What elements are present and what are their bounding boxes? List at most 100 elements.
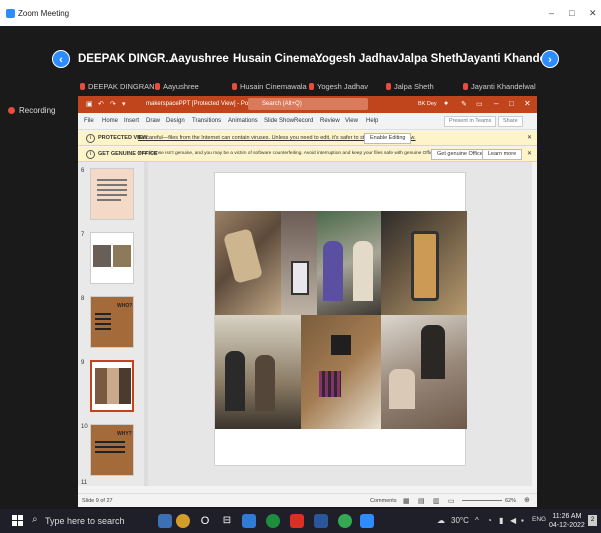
maximize-button[interactable]: □: [569, 8, 574, 18]
desktop: Zoom Meeting – □ ✕ ‹ DEEPAK DINGR... Aay…: [0, 0, 601, 533]
thumbnail-number: 9: [81, 360, 85, 366]
participant-label: Yogesh Jadhav: [309, 82, 368, 91]
volume-icon[interactable]: ◀: [510, 516, 516, 525]
notifications-badge[interactable]: 2: [588, 515, 597, 526]
cortana-icon[interactable]: O: [198, 514, 212, 528]
thumbnail-number: 11: [81, 480, 88, 486]
close-button[interactable]: ✕: [589, 8, 597, 19]
fit-to-window-icon[interactable]: ⊕: [524, 496, 530, 504]
slide-sorter-icon[interactable]: ▤: [418, 497, 425, 505]
redo-icon[interactable]: ↷: [110, 100, 116, 108]
share-button[interactable]: Share: [498, 116, 523, 127]
taskbar-app-icon[interactable]: [158, 514, 172, 528]
photo-makerspace-3: [317, 211, 381, 315]
zoom-app-icon[interactable]: [360, 514, 374, 528]
chrome-icon[interactable]: [266, 514, 280, 528]
slide-thumbnail[interactable]: WHY?: [90, 424, 134, 476]
ppt-titlebar: ▣ ↶ ↷ ▾ makerspacePPT [Protected View] -…: [78, 96, 537, 113]
task-view-icon[interactable]: ⊟: [220, 514, 234, 528]
search-icon[interactable]: ⌕: [32, 514, 38, 525]
save-icon[interactable]: ▣: [86, 100, 93, 108]
pen-icon[interactable]: ✎: [461, 100, 467, 108]
get-genuine-office-button[interactable]: Get genuine Office: [431, 149, 489, 160]
participant-name: Yogesh Jadhav: [315, 53, 399, 65]
user-avatar-icon[interactable]: ●: [444, 100, 448, 107]
participant-name: DEEPAK DINGR...: [78, 53, 175, 65]
undo-icon[interactable]: ↶: [98, 100, 104, 108]
ppt-minimize-button[interactable]: –: [494, 99, 498, 108]
info-icon: i: [86, 134, 95, 143]
network-icon[interactable]: ◔: [487, 516, 492, 525]
zoom-titlebar: Zoom Meeting – □ ✕: [0, 0, 601, 26]
slide-thumbnail[interactable]: [90, 232, 134, 284]
participant-label: DEEPAK DINGRANI: [80, 82, 157, 91]
zoom-level[interactable]: 62%: [505, 498, 516, 504]
muted-mic-icon: [463, 83, 468, 90]
tab-file[interactable]: File: [84, 118, 94, 124]
photo-makerspace-5: [215, 315, 301, 429]
ppt-user-name[interactable]: BK Dey: [418, 101, 437, 107]
close-genuine-bar-icon[interactable]: ✕: [527, 150, 532, 157]
battery-icon[interactable]: ▮: [499, 516, 503, 525]
weather-icon[interactable]: ☁: [437, 516, 445, 525]
present-in-teams-button[interactable]: Present in Teams: [444, 116, 497, 127]
recording-indicator: Recording: [8, 106, 55, 115]
next-participants-button[interactable]: ›: [541, 50, 559, 68]
tab-view[interactable]: View: [345, 118, 358, 124]
tab-insert[interactable]: Insert: [124, 118, 139, 124]
reading-view-icon[interactable]: ▥: [433, 497, 440, 505]
weather-temp[interactable]: 30°C: [451, 516, 469, 525]
clock-time: 11:26 AM: [552, 513, 582, 520]
word-icon[interactable]: [314, 514, 328, 528]
ppt-maximize-button[interactable]: □: [509, 99, 514, 108]
participant-label: Husain Cinemawala: [232, 82, 307, 91]
muted-mic-icon: [80, 83, 85, 90]
photo-makerspace-1: [215, 211, 281, 315]
ppt-status-bar: Slide 9 of 27 Comments ▦ ▤ ▥ ▭ 62% ⊕: [78, 493, 537, 507]
participant-label: Aayushree: [155, 82, 199, 91]
participant-name: Aayushree: [170, 53, 229, 65]
tab-review[interactable]: Review: [320, 118, 340, 124]
thumbnail-number: 10: [81, 424, 88, 430]
slideshow-icon[interactable]: ▭: [448, 497, 455, 505]
close-protected-bar-icon[interactable]: ✕: [527, 134, 532, 141]
previous-participants-button[interactable]: ‹: [52, 50, 70, 68]
tab-transitions[interactable]: Transitions: [192, 118, 221, 124]
tab-record[interactable]: Record: [294, 118, 313, 124]
teams-icon[interactable]: ▪: [521, 516, 524, 525]
windows-start-icon[interactable]: [12, 515, 24, 527]
tab-help[interactable]: Help: [366, 118, 378, 124]
learn-more-button[interactable]: Learn more: [482, 149, 523, 160]
system-clock[interactable]: 11:26 AM 04-12-2022: [549, 512, 585, 530]
tab-slide-show[interactable]: Slide Show: [264, 118, 294, 124]
zoom-slider[interactable]: [462, 500, 502, 501]
ribbon-display-icon[interactable]: ▭: [476, 100, 483, 108]
tab-design[interactable]: Design: [166, 118, 185, 124]
tab-home[interactable]: Home: [102, 118, 118, 124]
muted-mic-icon: [386, 83, 391, 90]
ppt-close-button[interactable]: ✕: [524, 99, 531, 108]
participant-label: Jalpa Sheth: [386, 82, 434, 91]
minimize-button[interactable]: –: [549, 8, 554, 18]
slide-thumbnail-selected[interactable]: [90, 360, 134, 412]
participant-label: Jayanti Khandelwal: [463, 82, 536, 91]
chrome-icon[interactable]: [338, 514, 352, 528]
slide-thumbnail[interactable]: [90, 168, 134, 220]
tray-expand-icon[interactable]: ^: [475, 516, 479, 525]
comments-button[interactable]: Comments: [370, 498, 397, 504]
taskbar-search-box[interactable]: Type here to search: [45, 516, 125, 526]
normal-view-icon[interactable]: ▦: [403, 497, 410, 505]
input-language[interactable]: ENG: [532, 516, 546, 523]
slide-thumbnail[interactable]: WHO?: [90, 296, 134, 348]
taskbar-app-icon[interactable]: [176, 514, 190, 528]
tab-animations[interactable]: Animations: [228, 118, 258, 124]
ppt-search-box[interactable]: Search (Alt+Q): [248, 98, 368, 110]
tab-draw[interactable]: Draw: [146, 118, 160, 124]
customize-icon[interactable]: ▾: [122, 100, 126, 108]
clock-date: 04-12-2022: [549, 522, 585, 529]
file-explorer-icon[interactable]: [242, 514, 256, 528]
enable-editing-button[interactable]: Enable Editing: [364, 133, 412, 144]
photo-makerspace-7: [381, 315, 467, 429]
taskbar-app-icon[interactable]: [290, 514, 304, 528]
zoom-logo-icon: [6, 8, 15, 18]
